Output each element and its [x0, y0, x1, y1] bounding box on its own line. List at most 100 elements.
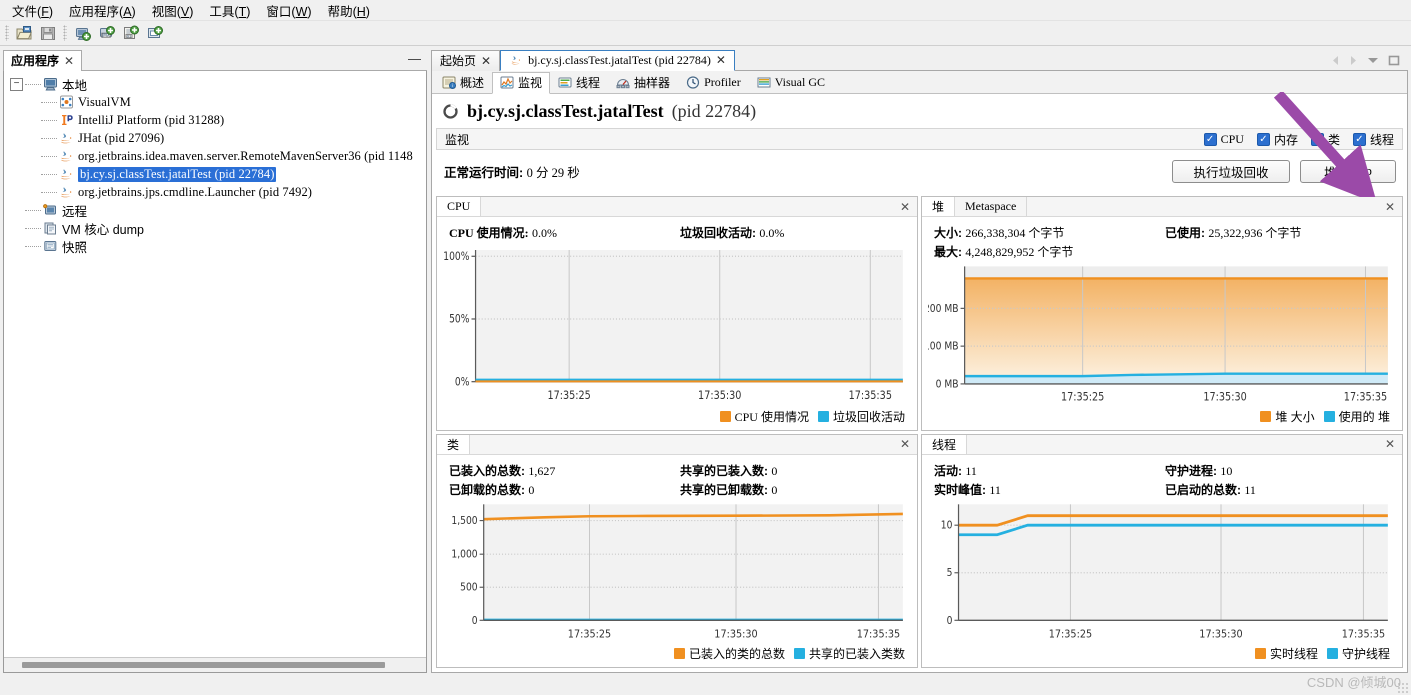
tree-node-visualvm[interactable]: VisualVM [4, 93, 426, 111]
tree-horizontal-scrollbar[interactable] [4, 657, 426, 672]
tree-node-snapshots[interactable]: 快照 [4, 237, 426, 255]
svg-text:10: 10 [941, 520, 953, 532]
svg-text:17:35:35: 17:35:35 [1342, 628, 1385, 641]
svg-text:17:35:35: 17:35:35 [849, 388, 892, 402]
tab-jatal-test[interactable]: bj.cy.sj.classTest.jatalTest (pid 22784)… [500, 50, 735, 71]
gc-activity-key: 垃圾回收活动: [680, 226, 756, 240]
add-jmx-connection-icon[interactable]: JMX [95, 23, 117, 44]
save-file-icon[interactable] [37, 23, 59, 44]
close-icon[interactable]: ✕ [1378, 197, 1402, 216]
tree-guide [25, 227, 41, 229]
tab-start-page[interactable]: 起始页 ✕ [431, 50, 501, 71]
tree-guide [41, 119, 57, 121]
close-icon[interactable]: ✕ [64, 54, 74, 68]
close-icon[interactable]: ✕ [893, 435, 917, 454]
threads-daemon-value: 10 [1220, 463, 1233, 478]
shared-unloaded-value: 0 [771, 482, 778, 497]
next-icon[interactable] [1349, 55, 1358, 66]
threads-plot[interactable]: 10 5 0 17:35:25 17:35:30 17:35:35 [928, 502, 1396, 644]
subtab-profiler[interactable]: Profiler [678, 71, 749, 93]
subtab-overview[interactable]: i 概述 [434, 71, 492, 93]
cpu-plot[interactable]: 100% 50% 0% 17:35:25 17:35:30 17:35:35 [443, 245, 911, 406]
svg-text:17:35:25: 17:35:25 [1061, 391, 1104, 404]
heap-panel-tab-heap[interactable]: 堆 [922, 197, 956, 216]
heap-legend: 堆 大小 使用的 堆 [928, 406, 1396, 428]
perform-gc-button[interactable]: 执行垃圾回收 [1172, 160, 1290, 183]
close-icon[interactable]: ✕ [893, 197, 917, 216]
subtab-visual-gc[interactable]: Visual GC [749, 71, 833, 93]
legend-item-cpu-usage: CPU 使用情况 [719, 408, 809, 425]
uptime-text: 正常运行时间: 0 分 29 秒 [444, 162, 580, 181]
tree-node-remote[interactable]: 远程 [4, 201, 426, 219]
tree-scroll-content: − 本地 VisualVM IntelliJ Platform (pid 312… [4, 71, 426, 255]
legend-label: 共享的已装入类数 [808, 647, 905, 661]
legend-item-daemon-threads: 守护线程 [1326, 645, 1390, 662]
heap-used-key: 已使用: [1165, 226, 1205, 240]
threads-panel-header: 线程 ✕ [922, 434, 1402, 455]
threads-stats: 活动: 11 守护进程: 10 实时峰值: 11 已启动的总数: 11 [928, 462, 1396, 498]
checkbox-threads[interactable]: ✓ 线程 [1352, 131, 1394, 148]
heap-chart-panel: 堆 Metaspace ✕ 大小: 266,338,304 个字节 已使用: 2… [921, 196, 1403, 431]
tree-node-label: IntelliJ Platform (pid 31288) [78, 112, 225, 127]
scrollbar-thumb[interactable] [22, 662, 385, 668]
checkbox-cpu[interactable]: ✓ CPU [1203, 132, 1244, 147]
menu-window[interactable]: 窗口(W) [258, 0, 319, 22]
java-icon [58, 148, 75, 164]
tree-node-jatal-test[interactable]: bj.cy.sj.classTest.jatalTest (pid 22784) [4, 165, 426, 183]
classes-plot[interactable]: 1,500 1,000 500 0 17:35:25 17:35:30 17:3… [443, 502, 911, 644]
heap-dump-button[interactable]: 堆 Dump [1300, 160, 1396, 183]
subtab-threads[interactable]: 线程 [550, 71, 608, 93]
tree-node-jps-launcher[interactable]: org.jetbrains.jps.cmdline.Launcher (pid … [4, 183, 426, 201]
heap-plot[interactable]: 200 MB 100 MB 0 MB 17:35:25 17:35:30 17:… [928, 264, 1396, 406]
subtab-sampler[interactable]: 抽样器 [608, 71, 678, 93]
tab-list-icon[interactable] [1367, 56, 1379, 64]
menu-view[interactable]: 视图(V) [144, 0, 202, 22]
tree-node-label: org.jetbrains.idea.maven.server.RemoteMa… [78, 148, 413, 163]
tab-applications[interactable]: 应用程序 ✕ [3, 50, 83, 71]
watermark: CSDN @倾城00 [1306, 675, 1401, 690]
open-file-icon[interactable] [13, 23, 35, 44]
legend-swatch [673, 648, 685, 659]
checkbox-classes[interactable]: ✓ 类 [1310, 131, 1340, 148]
applications-tree[interactable]: − 本地 VisualVM IntelliJ Platform (pid 312… [3, 71, 427, 673]
menu-help[interactable]: 帮助(H) [320, 0, 378, 22]
classes-panel-title: 类 [437, 434, 471, 454]
menu-applications[interactable]: 应用程序(A) [61, 0, 144, 22]
subtab-sampler-label: 抽样器 [634, 76, 671, 90]
svg-text:500: 500 [460, 582, 477, 594]
add-local-host-icon[interactable] [71, 23, 93, 44]
subtab-monitor[interactable]: 监视 [492, 71, 551, 94]
menu-file[interactable]: 文件(F) [4, 0, 61, 22]
checkbox-memory[interactable]: ✓ 内存 [1256, 131, 1298, 148]
view-subtabs: i 概述 监视 线程 抽样器 Profiler Visual GC [432, 71, 1407, 94]
svg-text:17:35:30: 17:35:30 [1199, 628, 1242, 641]
tree-node-jhat[interactable]: JHat (pid 27096) [4, 129, 426, 147]
shared-loaded-value: 0 [771, 463, 778, 478]
check-icon: ✓ [1203, 133, 1217, 146]
prev-icon[interactable] [1331, 55, 1340, 66]
svg-text:5: 5 [947, 567, 953, 579]
menu-tools[interactable]: 工具(T) [201, 0, 258, 22]
close-icon[interactable]: ✕ [716, 53, 726, 68]
add-vm-coredump-icon[interactable] [143, 23, 165, 44]
subtab-overview-label: 概述 [460, 76, 485, 90]
add-remote-host-icon[interactable]: 01 [119, 23, 141, 44]
subtab-threads-label: 线程 [576, 76, 601, 90]
maximize-icon[interactable] [1388, 55, 1400, 66]
java-icon [58, 166, 75, 182]
close-icon[interactable]: ✕ [1378, 435, 1402, 454]
tab-start-page-label: 起始页 [440, 54, 477, 68]
tree-node-maven-server[interactable]: org.jetbrains.idea.maven.server.RemoteMa… [4, 147, 426, 165]
legend-item-heap-used: 使用的 堆 [1323, 408, 1390, 425]
monitor-icon [500, 76, 514, 89]
legend-label: 垃圾回收活动 [832, 409, 905, 424]
process-pid: (pid 22784) [671, 101, 757, 121]
minimize-icon[interactable]: — [408, 52, 421, 68]
tree-node-vm-coredump[interactable]: VM 核心 dump [4, 219, 426, 237]
tree-node-label: VisualVM [78, 94, 131, 109]
heap-panel-tab-metaspace[interactable]: Metaspace [955, 197, 1028, 216]
tree-node-intellij[interactable]: IntelliJ Platform (pid 31288) [4, 111, 426, 129]
close-icon[interactable]: ✕ [481, 54, 491, 68]
collapse-icon[interactable]: − [10, 77, 23, 91]
tree-node-local[interactable]: − 本地 [4, 75, 426, 93]
